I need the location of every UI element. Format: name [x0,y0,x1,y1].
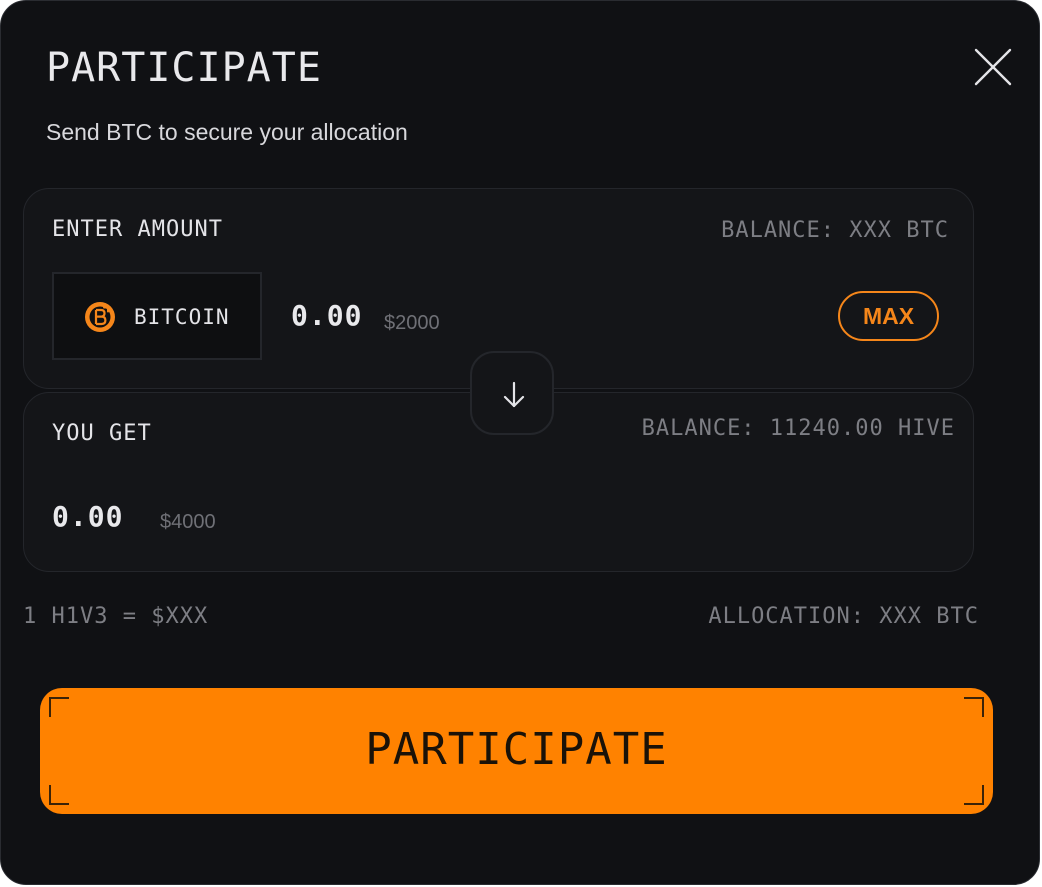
corner-mark [49,697,69,717]
participate-button-label: PARTICIPATE [365,724,668,775]
close-icon [974,48,1012,86]
swap-direction-button[interactable] [470,351,554,435]
bitcoin-icon [85,302,115,332]
modal-title: PARTICIPATE [46,45,322,91]
participate-modal: PARTICIPATE Send BTC to secure your allo… [0,0,1040,885]
you-get-label: YOU GET [52,421,152,446]
max-button[interactable]: MAX [838,291,939,341]
token-select-button[interactable]: BITCOIN [52,272,262,360]
arrow-down-icon [503,381,525,408]
allocation-text: ALLOCATION: XXX BTC [708,604,979,629]
token-name: BITCOIN [134,305,230,329]
modal-subtitle: Send BTC to secure your allocation [46,119,408,145]
exchange-rate-text: 1 H1V3 = $XXX [23,604,209,629]
receive-balance-text: BALANCE: 11240.00 HIVE [641,416,955,441]
send-usd-value: $2000 [384,312,440,334]
corner-mark [964,697,984,717]
receive-amount: 0.00 [52,500,124,533]
send-amount-input[interactable]: 0.00 [291,299,362,333]
send-balance-text: BALANCE: XXX BTC [721,218,949,243]
corner-mark [964,785,984,805]
corner-mark [49,785,69,805]
participate-button[interactable]: PARTICIPATE [40,688,993,814]
enter-amount-label: ENTER AMOUNT [52,217,223,242]
close-button[interactable] [973,47,1013,87]
receive-usd-value: $4000 [160,511,216,533]
